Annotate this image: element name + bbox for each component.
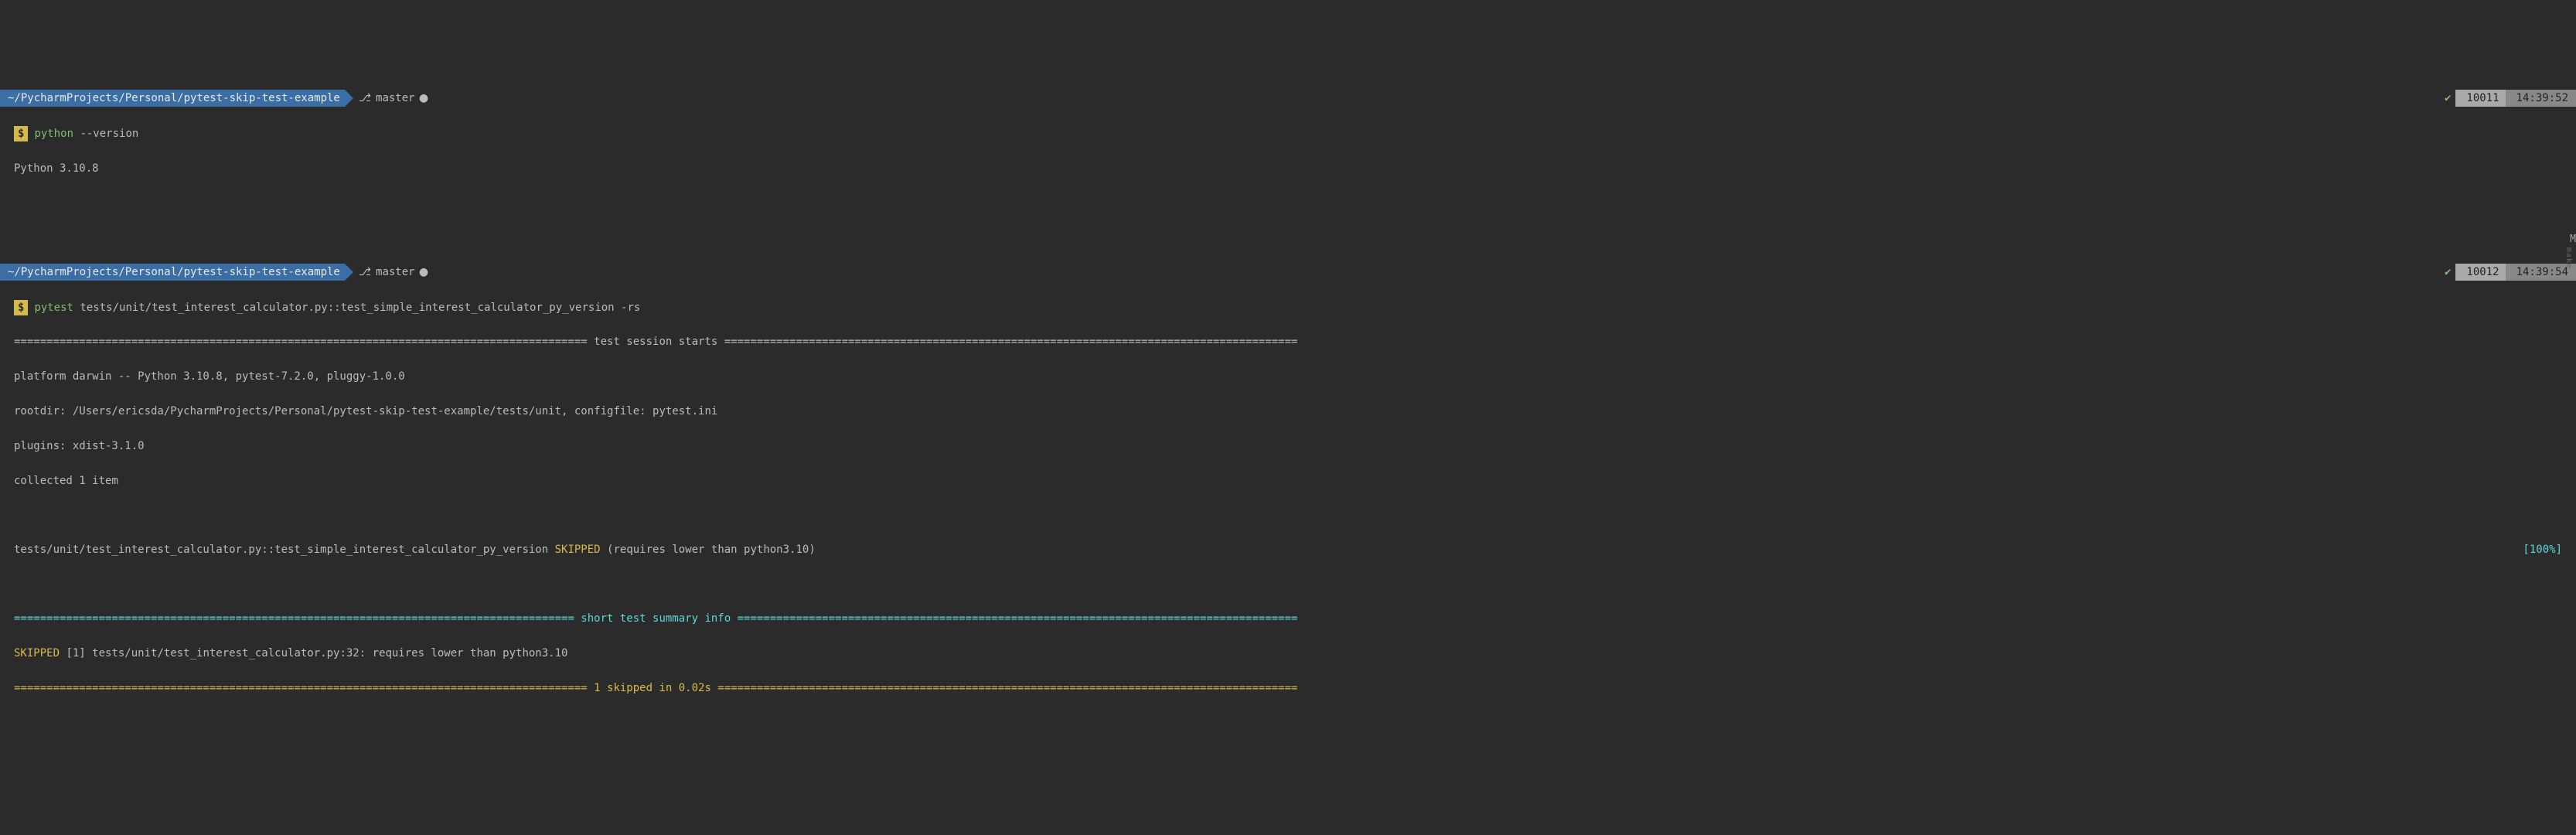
command-name: python: [34, 125, 73, 142]
history-number: 10011: [2455, 90, 2505, 107]
git-branch-segment: ⎇ master ●: [359, 90, 428, 107]
output-python-version: Python 3.10.8: [0, 160, 2576, 177]
prompt-row-1: ~/PycharmProjects/Personal/pytest-skip-t…: [0, 90, 2576, 107]
final-summary: ========================================…: [0, 680, 2576, 697]
tmux-pane-label: make: [2562, 247, 2574, 269]
prompt-symbol: $: [14, 126, 28, 141]
skip-reason: (requires lower than python3.10): [601, 541, 816, 558]
test-result-line: tests/unit/test_interest_calculator.py::…: [0, 541, 2576, 558]
command-name: pytest: [34, 299, 73, 316]
progress-percent: [100%]: [2523, 541, 2576, 558]
history-number: 10012: [2455, 264, 2505, 281]
skip-detail: [1] tests/unit/test_interest_calculator.…: [60, 647, 567, 659]
summary-header: ========================================…: [0, 610, 2576, 627]
rootdir-line: rootdir: /Users/ericsda/PycharmProjects/…: [0, 403, 2576, 420]
collected-line: collected 1 item: [0, 472, 2576, 489]
session-header: ========================================…: [0, 333, 2576, 350]
test-path: tests/unit/test_interest_calculator.py::…: [14, 541, 555, 558]
tmux-marker-icon: M: [2570, 232, 2576, 248]
clock-time: 14:39:52: [2506, 90, 2576, 107]
command-line-2[interactable]: $ pytest tests/unit/test_interest_calcul…: [0, 299, 2576, 316]
command-args: tests/unit/test_interest_calculator.py::…: [73, 299, 640, 316]
cwd-path: ~/PycharmProjects/Personal/pytest-skip-t…: [0, 264, 345, 281]
skip-label: SKIPPED: [14, 647, 60, 659]
branch-name: master: [376, 90, 415, 107]
summary-skip-line: SKIPPED [1] tests/unit/test_interest_cal…: [0, 645, 2576, 662]
branch-icon: ⎇: [359, 90, 371, 107]
spacer: [0, 195, 2576, 212]
command-args: --version: [73, 125, 138, 142]
cwd-path: ~/PycharmProjects/Personal/pytest-skip-t…: [0, 90, 345, 107]
prompt-symbol: $: [14, 300, 28, 315]
git-branch-segment: ⎇ master ●: [359, 264, 428, 281]
branch-icon: ⎇: [359, 264, 371, 281]
command-line-1[interactable]: $ python --version: [0, 125, 2576, 142]
right-status: ✔ 10012 14:39:54: [2434, 264, 2576, 281]
spacer: [0, 506, 2576, 523]
plugins-line: plugins: xdist-3.1.0: [0, 438, 2576, 455]
platform-line: platform darwin -- Python 3.10.8, pytest…: [0, 368, 2576, 385]
status-skipped: SKIPPED: [555, 541, 601, 558]
right-status: ✔ 10011 14:39:52: [2434, 90, 2576, 107]
status-check-icon: ✔: [2434, 264, 2455, 281]
status-check-icon: ✔: [2434, 90, 2455, 107]
branch-name: master: [376, 264, 415, 281]
spacer: [0, 576, 2576, 593]
prompt-row-2: ~/PycharmProjects/Personal/pytest-skip-t…: [0, 264, 2576, 281]
